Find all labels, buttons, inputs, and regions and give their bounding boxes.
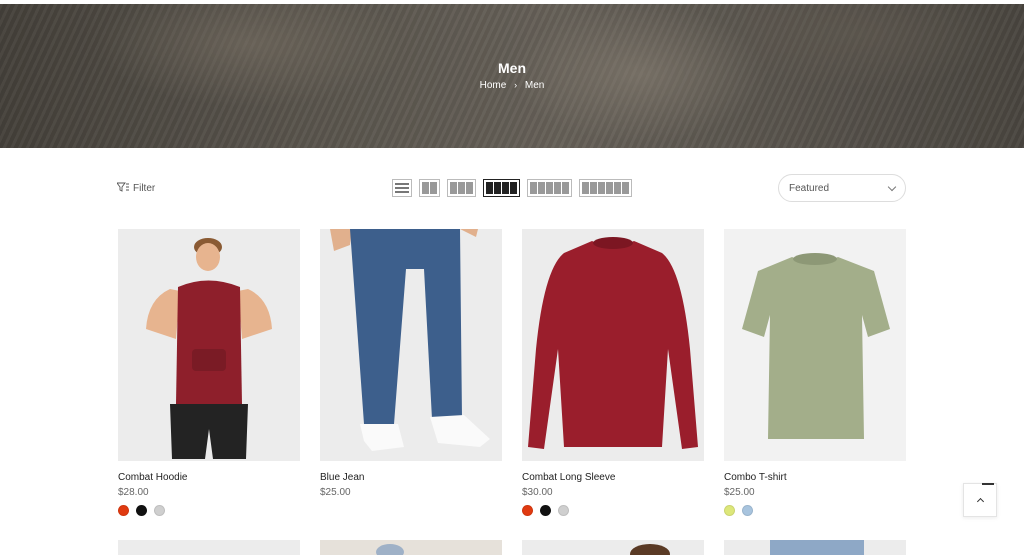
list-row (395, 187, 409, 189)
sort-selected-label: Featured (789, 182, 830, 194)
filter-label: Filter (133, 183, 156, 194)
scroll-progress-line (982, 483, 994, 485)
chevron-up-icon (976, 497, 984, 506)
product-name[interactable]: Combo T-shirt (724, 472, 906, 483)
product-card: Combo T-shirt $25.00 (724, 229, 906, 516)
list-row (395, 191, 409, 193)
product-image-partial[interactable] (118, 540, 300, 555)
product-image-partial[interactable] (320, 540, 502, 555)
product-price: $30.00 (522, 487, 553, 498)
product-image-jean[interactable] (320, 229, 502, 461)
product-image-partial[interactable] (522, 540, 704, 555)
product-image-long-sleeve[interactable] (522, 229, 704, 461)
product-price: $28.00 (118, 487, 149, 498)
color-swatches (522, 505, 704, 516)
layout-switcher (392, 179, 632, 197)
layout-3-columns-button[interactable] (447, 179, 476, 197)
list-row (395, 183, 409, 185)
layout-6-columns-button[interactable] (579, 179, 632, 197)
swatch-black[interactable] (136, 505, 147, 516)
breadcrumb-home-link[interactable]: Home (480, 80, 507, 91)
layout-4-columns-button[interactable] (483, 179, 520, 197)
swatch-lime[interactable] (724, 505, 735, 516)
breadcrumb-current: Men (524, 80, 545, 91)
layout-5-columns-button[interactable] (527, 179, 572, 197)
product-name[interactable]: Blue Jean (320, 472, 502, 483)
breadcrumb: Home › Men (0, 80, 1024, 91)
chevron-down-icon (887, 182, 897, 191)
color-swatches (724, 505, 906, 516)
swatch-red[interactable] (118, 505, 129, 516)
layout-list-button[interactable] (392, 179, 412, 197)
product-price: $25.00 (320, 487, 351, 498)
swatch-red[interactable] (522, 505, 533, 516)
swatch-grey[interactable] (154, 505, 165, 516)
sort-select[interactable]: Featured (778, 174, 906, 202)
product-image-partial[interactable] (724, 540, 906, 555)
filter-icon (116, 182, 129, 195)
product-card: Blue Jean $25.00 (320, 229, 502, 498)
page-title: Men (498, 60, 526, 76)
breadcrumb-separator: › (514, 80, 518, 90)
back-to-top-button[interactable] (963, 483, 997, 517)
swatch-grey[interactable] (558, 505, 569, 516)
shop-toolbar: Filter Featured (116, 174, 906, 202)
swatch-light-blue[interactable] (742, 505, 753, 516)
color-swatches (118, 505, 300, 516)
layout-2-columns-button[interactable] (419, 179, 440, 197)
product-image-t-shirt[interactable] (724, 229, 906, 461)
hero-overlay (0, 4, 1024, 148)
product-name[interactable]: Combat Long Sleeve (522, 472, 704, 483)
product-card: Combat Long Sleeve $30.00 (522, 229, 704, 516)
filter-button[interactable]: Filter (116, 182, 156, 195)
product-price: $25.00 (724, 487, 755, 498)
product-image-hoodie[interactable] (118, 229, 300, 461)
product-name[interactable]: Combat Hoodie (118, 472, 300, 483)
swatch-black[interactable] (540, 505, 551, 516)
product-card: Combat Hoodie $28.00 (118, 229, 300, 516)
hero-banner: Men Home › Men (0, 4, 1024, 148)
